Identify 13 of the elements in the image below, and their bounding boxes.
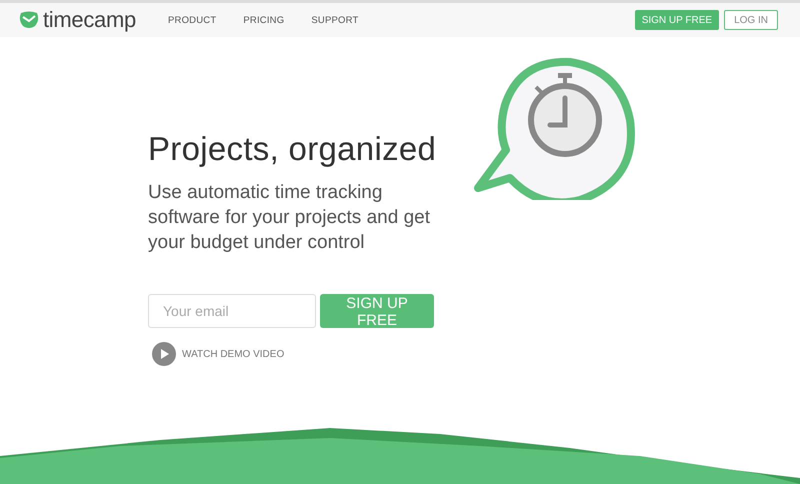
- play-icon: [152, 342, 176, 366]
- email-field[interactable]: Your email: [148, 294, 316, 328]
- nav-link[interactable]: PRODUCT: [168, 14, 216, 26]
- nav-link[interactable]: PRICING: [243, 14, 284, 26]
- logo-icon: [18, 11, 40, 29]
- hero-title: Projects, organized: [148, 130, 438, 168]
- log-in-button[interactable]: LOG IN: [724, 10, 778, 30]
- nav-link[interactable]: SUPPORT: [311, 14, 358, 26]
- hero-subtitle: Use automatic time tracking software for your projects and get your budget under control: [148, 181, 431, 255]
- sign-up-button[interactable]: SIGN UP FREE: [320, 294, 434, 328]
- logo-text: timecamp: [43, 7, 136, 33]
- watch-demo-link[interactable]: WATCH DEMO VIDEO: [152, 342, 470, 366]
- sign-up-button[interactable]: SIGN UP FREE: [634, 10, 720, 30]
